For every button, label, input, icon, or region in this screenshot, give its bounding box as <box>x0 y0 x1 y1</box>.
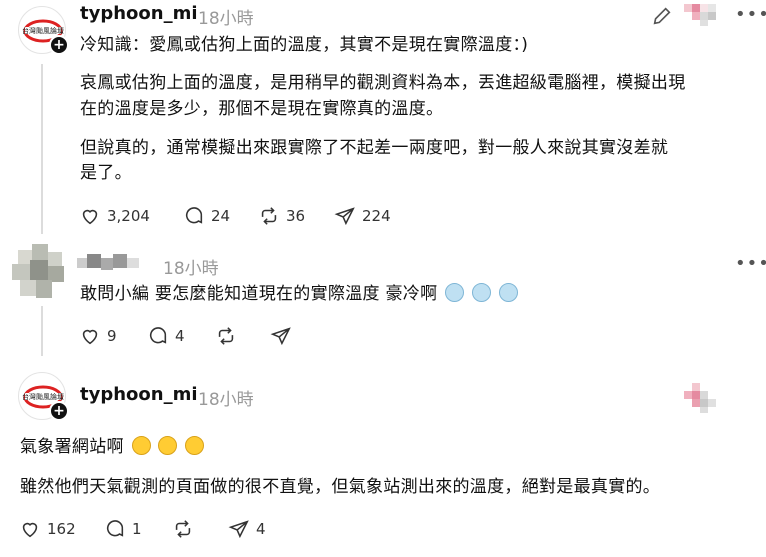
reply-text-body: 敢問小編 要怎麼能知道現在的實際溫度 豪冷啊 <box>80 284 438 304</box>
heart-icon <box>82 209 98 225</box>
like-count: 3,204 <box>107 207 150 225</box>
repost-icon <box>261 207 277 225</box>
share-button[interactable]: 224 <box>334 205 391 227</box>
comment-count: 1 <box>132 520 142 538</box>
rolling-laughing-emoji-icon <box>131 436 151 455</box>
comment-count: 24 <box>211 207 231 225</box>
post-text: 是了。 <box>80 163 132 183</box>
more-options-icon[interactable]: ••• <box>735 4 766 25</box>
blurred-avatar[interactable] <box>12 244 68 300</box>
like-button[interactable]: 3,204 <box>79 205 150 227</box>
more-options-icon[interactable]: ••• <box>735 253 766 274</box>
comment-count: 4 <box>175 327 185 345</box>
post-text: 氣象署網站啊 <box>20 432 204 462</box>
timestamp[interactable]: 18小時 <box>163 254 219 279</box>
timestamp[interactable]: 18小時 <box>198 385 254 410</box>
cold-face-emoji-icon <box>471 283 491 302</box>
cold-face-emoji-icon <box>445 283 465 302</box>
share-button[interactable]: 4 <box>228 518 266 540</box>
like-count: 162 <box>47 520 76 538</box>
post-text: 雖然他們天氣觀測的頁面做的很不直覺，但氣象站測出來的溫度，絕對是最真實的。 <box>20 477 661 497</box>
send-icon <box>228 520 249 539</box>
like-count: 9 <box>107 327 117 345</box>
repost-button[interactable] <box>215 325 237 347</box>
timestamp[interactable]: 18小時 <box>198 4 254 29</box>
heart-icon <box>82 329 98 345</box>
repost-icon <box>218 327 234 345</box>
follow-plus-button[interactable]: + <box>49 35 69 55</box>
follow-plus-button[interactable]: + <box>49 401 69 421</box>
username[interactable]: typhoon_mi <box>80 3 198 24</box>
svg-text:台灣颱風論壇: 台灣颱風論壇 <box>22 392 64 401</box>
comment-button[interactable]: 4 <box>147 325 185 347</box>
comment-button[interactable]: 1 <box>104 518 142 540</box>
share-count: 4 <box>256 520 266 538</box>
blurred-username[interactable] <box>77 254 141 272</box>
rolling-laughing-emoji-icon <box>184 436 204 455</box>
comment-button[interactable]: 24 <box>183 205 230 227</box>
svg-text:台灣颱風論壇: 台灣颱風論壇 <box>22 26 64 35</box>
edit-icon[interactable] <box>651 5 673 31</box>
like-button[interactable]: 162 <box>19 518 76 540</box>
post-text: 在的溫度是多少，那個不是現在實際真的溫度。 <box>80 99 444 119</box>
reply-text: 敢問小編 要怎麼能知道現在的實際溫度 豪冷啊 <box>80 279 518 309</box>
comment-icon <box>185 207 203 224</box>
heart-icon <box>22 522 38 538</box>
post-text-body: 氣象署網站啊 <box>20 437 124 457</box>
repost-icon <box>175 520 191 538</box>
blurred-avatar-icon <box>684 4 716 26</box>
comment-icon <box>106 520 124 537</box>
share-count: 224 <box>362 207 391 225</box>
send-icon <box>270 327 291 346</box>
repost-button[interactable] <box>172 518 194 540</box>
username[interactable]: typhoon_mi <box>80 384 198 405</box>
avatar[interactable]: 台灣颱風論壇 + <box>18 6 69 55</box>
thread-line <box>41 64 43 234</box>
thread-line <box>41 306 43 356</box>
post-text: 冷知識：愛鳳或估狗上面的溫度，其實不是現在實際溫度：) <box>80 35 529 55</box>
repost-count: 36 <box>286 207 306 225</box>
blurred-avatar-icon <box>684 383 716 413</box>
comment-icon <box>149 327 167 344</box>
send-icon <box>334 207 355 226</box>
avatar[interactable]: 台灣颱風論壇 + <box>18 372 69 421</box>
repost-button[interactable]: 36 <box>258 205 305 227</box>
share-button[interactable] <box>270 325 292 347</box>
like-button[interactable]: 9 <box>79 325 117 347</box>
post-text: 但說真的，通常模擬出來跟實際了不起差一兩度吧，對一般人來說其實沒差就 <box>80 138 669 158</box>
rolling-laughing-emoji-icon <box>158 436 178 455</box>
cold-face-emoji-icon <box>498 283 518 302</box>
